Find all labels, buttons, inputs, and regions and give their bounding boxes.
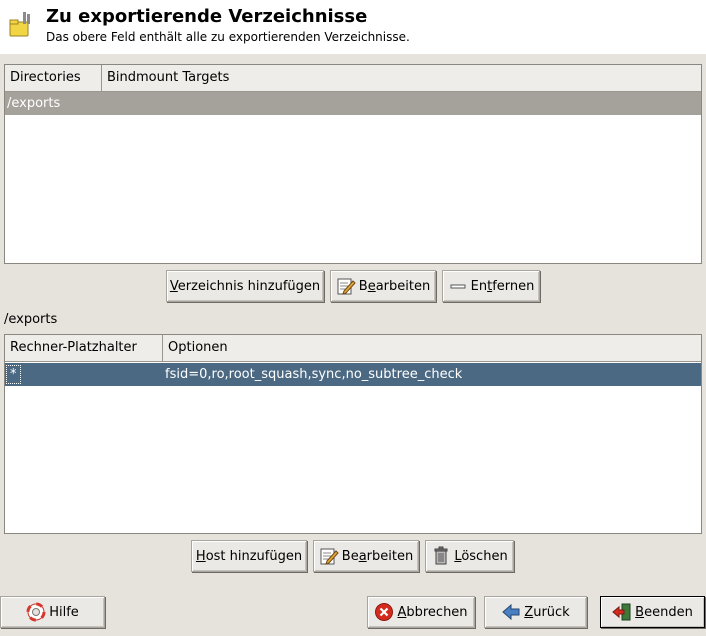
column-header-bindmount-targets[interactable]: Bindmount Targets: [102, 65, 701, 91]
finish-button[interactable]: Beenden: [600, 596, 705, 628]
dialog-header: Zu exportierende Verzeichnisse Das obere…: [0, 0, 706, 54]
directories-table[interactable]: Directories Bindmount Targets /exports: [4, 64, 702, 264]
help-button[interactable]: Hilfe: [0, 596, 105, 628]
folder-export-icon: [9, 12, 30, 37]
edit-directory-label: Bearbeiten: [358, 278, 431, 294]
delete-host-label: Löschen: [454, 548, 508, 564]
column-header-options[interactable]: Optionen: [163, 335, 701, 361]
edit-host-label: Bearbeiten: [341, 548, 414, 564]
add-directory-label: Verzeichnis hinzufügen: [169, 278, 321, 294]
table-row[interactable]: * fsid=0,ro,root_squash,sync,no_subtree_…: [5, 363, 701, 386]
hosts-table[interactable]: Rechner-Platzhalter Optionen * fsid=0,ro…: [4, 334, 702, 534]
cancel-label: Abbrechen: [397, 604, 468, 620]
lifebuoy-icon: [26, 602, 46, 622]
exit-door-icon: [612, 603, 631, 621]
edit-icon: [337, 278, 356, 295]
edit-host-button[interactable]: Bearbeiten: [313, 540, 419, 572]
selected-directory-label: /exports: [4, 312, 58, 327]
remove-directory-label: Entfernen: [470, 278, 535, 294]
page-title: Zu exportierende Verzeichnisse: [46, 6, 368, 27]
edit-icon: [320, 548, 339, 565]
back-label: Zurück: [524, 604, 570, 620]
arrow-left-icon: [502, 603, 520, 621]
remove-directory-button[interactable]: Entfernen: [442, 270, 540, 302]
options-cell: fsid=0,ro,root_squash,sync,no_subtree_ch…: [165, 367, 463, 382]
add-host-button[interactable]: Host hinzufügen: [191, 540, 307, 572]
table-row[interactable]: /exports: [5, 92, 701, 115]
host-cell: *: [6, 365, 21, 384]
cancel-button[interactable]: Abbrechen: [367, 596, 475, 628]
add-host-label: Host hinzufügen: [195, 548, 303, 564]
minus-icon: [450, 284, 466, 289]
directories-table-header: Directories Bindmount Targets: [5, 65, 701, 92]
delete-host-button[interactable]: Löschen: [425, 540, 514, 572]
finish-label: Beenden: [635, 604, 693, 620]
column-header-host-wildcard[interactable]: Rechner-Platzhalter: [5, 335, 163, 361]
back-button[interactable]: Zurück: [484, 596, 587, 628]
directory-cell: /exports: [7, 96, 61, 111]
trash-icon: [434, 546, 448, 565]
edit-directory-button[interactable]: Bearbeiten: [330, 270, 436, 302]
page-subtitle: Das obere Feld enthält alle zu exportier…: [46, 30, 410, 44]
cancel-icon: [375, 603, 394, 621]
column-header-directories[interactable]: Directories: [5, 65, 102, 91]
hosts-table-header: Rechner-Platzhalter Optionen: [5, 335, 701, 362]
help-label: Hilfe: [49, 604, 79, 620]
add-directory-button[interactable]: Verzeichnis hinzufügen: [166, 270, 324, 302]
